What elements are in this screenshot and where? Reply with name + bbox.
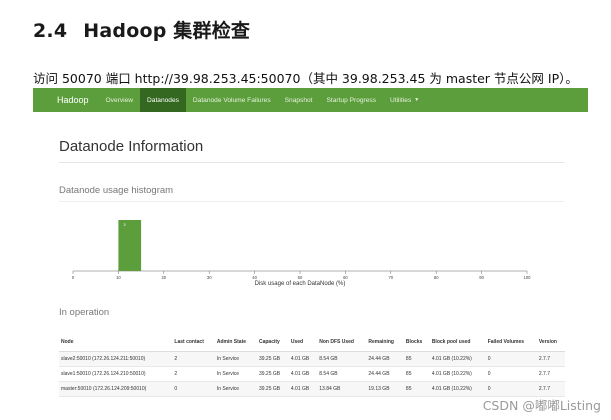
usage-histogram: 30 10 20 30 40 50 60 70 80 90 100Disk usage of eac… — [72, 220, 532, 287]
page-heading: Datanode Information — [59, 138, 204, 155]
histogram-heading: Datanode usage histogram — [59, 185, 174, 196]
table-cell: 4.01 GB (10.22%) — [429, 381, 486, 397]
table-cell: 85 — [403, 381, 430, 397]
section-title: 2.4 Hadoop 集群检查 — [33, 16, 250, 43]
nav-overview-label: Overview — [105, 96, 134, 104]
x-tick-label: 100 — [524, 275, 532, 280]
column-header[interactable]: Admin State — [214, 336, 257, 352]
column-header[interactable]: Remaining — [366, 336, 404, 352]
x-tick-label: 50 — [298, 275, 303, 280]
table-cell: 24.44 GB — [366, 351, 404, 367]
column-header[interactable]: Used — [288, 336, 318, 352]
x-tick-label: 10 — [116, 275, 121, 280]
x-tick-label: 60 — [343, 275, 348, 280]
x-tick-label: 0 — [72, 275, 75, 280]
datanode-table: Node Last contact Admin State Capacity Used N… — [59, 336, 565, 397]
hadoop-web-ui-screenshot: Hadoop Overview Datanodes Datanode Volum… — [33, 88, 588, 420]
table-cell: 4.01 GB — [288, 351, 318, 367]
column-header[interactable]: Node — [59, 336, 173, 352]
x-tick-label: 80 — [434, 275, 439, 280]
table-cell: 2 — [172, 351, 215, 367]
column-header[interactable]: Version — [536, 336, 565, 352]
table-cell: 8.54 GB — [317, 366, 367, 382]
table-cell: 39.25 GB — [256, 366, 289, 382]
column-header[interactable]: Non DFS Used — [317, 336, 367, 352]
top-navbar: Hadoop Overview Datanodes Datanode Volum… — [33, 88, 588, 112]
operation-heading: In operation — [59, 307, 110, 318]
column-header[interactable]: Last contact — [172, 336, 215, 352]
table-cell: 85 — [403, 366, 430, 382]
table-cell: 39.25 GB — [256, 351, 289, 367]
table-cell: 0 — [485, 366, 537, 382]
table-cell: slave2:50010 (172.26.124.211:50010) — [59, 351, 173, 367]
table-cell: 39.25 GB — [256, 381, 289, 397]
x-axis-label: Disk usage of each DataNode (%) — [255, 281, 346, 287]
table-header-row: Node Last contact Admin State Capacity Used N… — [59, 336, 565, 352]
table-row: slave2:50010 (172.26.124.211:50010) 2 In S… — [59, 351, 565, 367]
histogram-bar — [118, 220, 142, 271]
brand-link[interactable]: Hadoop — [33, 88, 99, 112]
nav-startup-progress[interactable]: Startup Progress — [320, 88, 383, 112]
nav-volume-failures[interactable]: Datanode Volume Failures — [186, 88, 278, 112]
table-cell: 4.01 GB (10.22%) — [429, 351, 486, 367]
nav-datanodes-label: Datanodes — [147, 96, 179, 104]
intro-paragraph: 访问 50070 端口 http://39.98.253.45:50070（其中… — [33, 71, 578, 86]
table-cell: 0 — [485, 351, 537, 367]
x-tick-label: 30 — [207, 275, 212, 280]
table-cell: 2.7.7 — [536, 351, 565, 367]
nav-volume-failures-label: Datanode Volume Failures — [192, 96, 271, 104]
table-cell: 13.84 GB — [317, 381, 367, 397]
table-row: slave1:50010 (172.26.124.210:50010) 2 In S… — [59, 366, 565, 382]
table-cell: 19.13 GB — [366, 381, 404, 397]
heading-divider — [59, 162, 564, 163]
table-cell: master:50010 (172.26.124.209:50010) — [59, 381, 173, 397]
section-number: 2.4 — [33, 20, 68, 42]
x-tick-label: 40 — [252, 275, 257, 280]
table-cell: 85 — [403, 351, 430, 367]
column-header[interactable]: Blocks — [403, 336, 430, 352]
table-cell: 24.44 GB — [366, 366, 404, 382]
x-tick-label: 70 — [388, 275, 393, 280]
table-cell: slave1:50010 (172.26.124.210:50010) — [59, 366, 173, 382]
nav-startup-progress-label: Startup Progress — [326, 96, 376, 104]
table-cell: 2 — [172, 366, 215, 382]
table-cell: 4.01 GB (10.22%) — [429, 366, 486, 382]
caret-down-icon: ▼ — [414, 97, 420, 103]
column-header[interactable]: Block pool used — [429, 336, 486, 352]
table-cell: In Service — [214, 366, 257, 382]
table-cell: 2.7.7 — [536, 366, 565, 382]
section-title-text: Hadoop 集群检查 — [83, 20, 251, 42]
nav-snapshot[interactable]: Snapshot — [278, 88, 320, 112]
csdn-watermark: CSDN @嘟嘟Listing — [482, 398, 601, 413]
table-cell: 8.54 GB — [317, 351, 367, 367]
table-cell: 0 — [172, 381, 215, 397]
nav-datanodes[interactable]: Datanodes — [140, 88, 186, 112]
x-tick-label: 90 — [479, 275, 484, 280]
table-cell: 4.01 GB — [288, 366, 318, 382]
x-tick-label: 20 — [161, 275, 166, 280]
table-cell: In Service — [214, 381, 257, 397]
histogram-divider — [59, 201, 564, 202]
table-cell: In Service — [214, 351, 257, 367]
nav-snapshot-label: Snapshot — [284, 96, 313, 104]
table-cell: 4.01 GB — [288, 381, 318, 397]
column-header[interactable]: Capacity — [256, 336, 289, 352]
nav-utilities-label: Utilities — [390, 96, 412, 104]
column-header[interactable]: Failed Volumes — [485, 336, 537, 352]
nav-overview[interactable]: Overview — [99, 88, 140, 112]
nav-utilities[interactable]: Utilities ▼ — [383, 88, 426, 112]
